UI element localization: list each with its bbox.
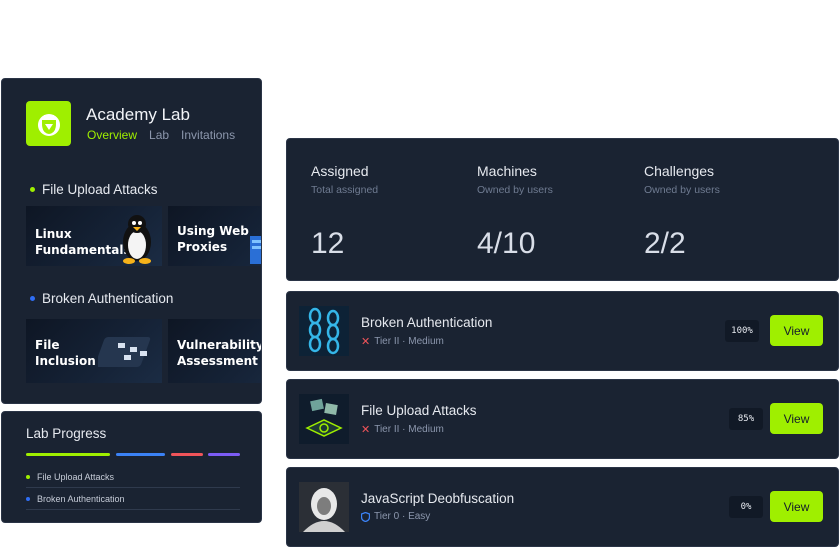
progress-bar-segment-blue (116, 453, 165, 456)
academy-logo (26, 101, 71, 146)
stat-value-machines: 4/10 (477, 227, 536, 260)
module-title: Broken Authentication (361, 315, 493, 330)
view-button[interactable]: View (770, 403, 823, 434)
module-tier: Tier II · Medium (374, 336, 444, 347)
module-thumbnail (299, 306, 349, 356)
module-thumbnail (299, 394, 349, 444)
tab-lab[interactable]: Lab (149, 128, 169, 142)
module-title: JavaScript Deobfuscation (361, 491, 515, 506)
stat-challenges: Challenges Owned by users (644, 163, 720, 196)
progress-bar-segment-purple (208, 453, 240, 456)
tab-invitations[interactable]: Invitations (181, 128, 235, 142)
section-heading-broken-auth: Broken Authentication (30, 291, 173, 306)
section-heading-file-upload: File Upload Attacks (30, 182, 158, 197)
progress-item-label: File Upload Attacks (37, 471, 115, 482)
progress-item-broken-auth[interactable]: Broken Authentication (26, 488, 240, 510)
stat-title: Assigned (311, 163, 369, 179)
stats-card: Assigned Total assigned 12 Machines Owne… (286, 138, 839, 281)
view-button[interactable]: View (770, 491, 823, 522)
section-title: File Upload Attacks (42, 182, 158, 197)
section-title: Broken Authentication (42, 291, 174, 306)
lab-card: Academy Lab Overview Lab Invitations Fil… (1, 78, 262, 404)
upload-platform-icon (299, 394, 349, 444)
progress-item-dot (26, 474, 30, 479)
x-mark-icon: ✕ (361, 336, 371, 348)
stat-subtitle: Owned by users (477, 184, 553, 196)
progress-item-label: Broken Authentication (37, 493, 125, 504)
tile-label: Vulnerability Assessment (177, 338, 262, 368)
module-progress-badge: 100% (725, 320, 759, 342)
tile-label: Using Web Proxies (177, 224, 249, 254)
files-illustration-icon (98, 337, 151, 367)
module-tile-file-inclusion[interactable]: File Inclusion (26, 319, 162, 383)
module-progress-badge: 0% (729, 496, 763, 518)
lab-title: Academy Lab (86, 105, 190, 124)
module-tier: Tier II · Medium (374, 424, 444, 435)
stat-subtitle: Total assigned (311, 184, 379, 196)
module-tile-vulnerability-assessment[interactable]: Vulnerability Assessment (168, 319, 262, 383)
lab-tabs: Overview Lab Invitations (87, 128, 235, 142)
chain-icon (299, 306, 349, 356)
module-meta: ✕ Tier II · Medium (361, 423, 444, 436)
lab-progress-card: Lab Progress File Upload Attacks Broken … (1, 411, 262, 523)
progress-item-file-upload[interactable]: File Upload Attacks (26, 466, 240, 488)
stat-value-challenges: 2/2 (644, 227, 686, 260)
module-tile-linux-fundamentals[interactable]: Linux Fundamentals (26, 206, 162, 266)
progress-bar-segment-green (26, 453, 110, 456)
lab-progress-title: Lab Progress (26, 426, 107, 441)
section-dot (30, 187, 35, 192)
module-meta: Tier 0 · Easy (361, 511, 430, 522)
stat-title: Challenges (644, 163, 715, 179)
module-row-file-upload-attacks[interactable]: File Upload Attacks ✕ Tier II · Medium 8… (286, 379, 839, 459)
module-row-javascript-deobfuscation[interactable]: JavaScript Deobfuscation Tier 0 · Easy 0… (286, 467, 839, 547)
module-title: File Upload Attacks (361, 403, 477, 418)
stat-subtitle: Owned by users (644, 184, 720, 196)
stat-title: Machines (477, 163, 537, 179)
stat-assigned: Assigned Total assigned (311, 163, 378, 196)
stat-value-assigned: 12 (311, 227, 345, 260)
shield-icon (361, 511, 370, 522)
proxy-server-icon (250, 236, 261, 264)
lab-logo-icon (37, 113, 60, 136)
module-meta: ✕ Tier II · Medium (361, 335, 444, 348)
stat-machines: Machines Owned by users (477, 163, 553, 196)
progress-item-dot (26, 496, 30, 501)
section-dot (30, 296, 35, 301)
penguin-icon (123, 215, 151, 264)
module-tier: Tier 0 · Easy (374, 511, 431, 522)
tile-label: File Inclusion (35, 338, 96, 368)
module-thumbnail (299, 482, 349, 532)
hooded-figure-icon (299, 482, 349, 532)
tab-overview[interactable]: Overview (87, 128, 137, 142)
tile-label: Linux Fundamentals (35, 227, 131, 257)
module-progress-badge: 85% (729, 408, 763, 430)
module-tile-using-web-proxies[interactable]: Using Web Proxies (168, 206, 261, 266)
progress-bar-segment-red (171, 453, 203, 456)
module-row-broken-authentication[interactable]: Broken Authentication ✕ Tier II · Medium… (286, 291, 839, 371)
view-button[interactable]: View (770, 315, 823, 346)
x-mark-icon: ✕ (361, 424, 371, 436)
